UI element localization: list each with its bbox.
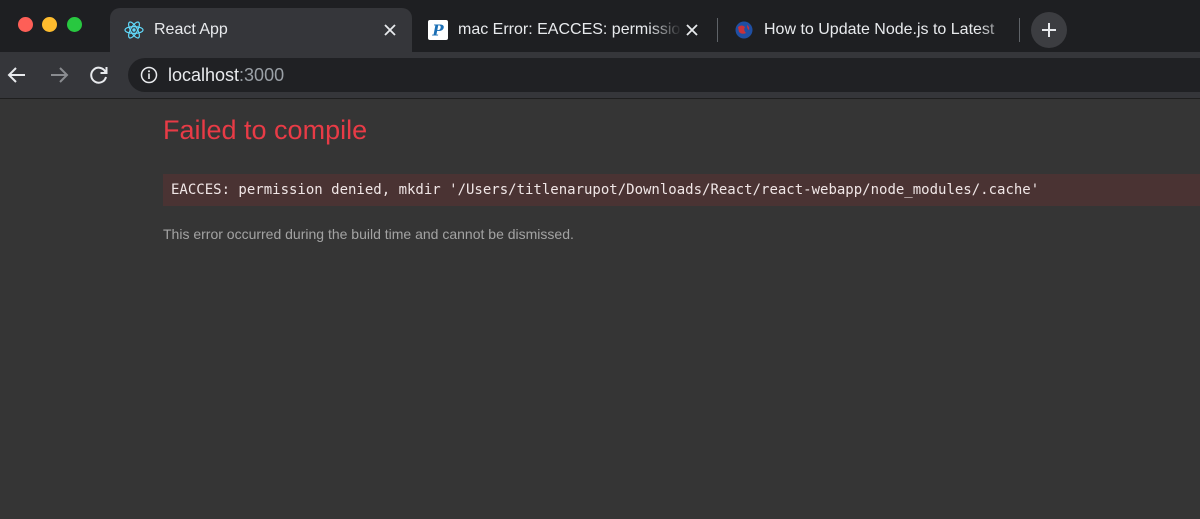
browser-toolbar: localhost:3000 [0, 52, 1200, 99]
error-title: Failed to compile [163, 115, 368, 145]
plus-icon [1042, 23, 1056, 37]
tab-react-app[interactable]: React App [110, 8, 412, 52]
error-message: EACCES: permission denied, mkdir '/Users… [171, 182, 1040, 198]
tab-close-icon[interactable] [682, 20, 702, 40]
tab-update-node[interactable]: How to Update Node.js to Latest [720, 8, 1016, 52]
tab-separator [717, 18, 718, 42]
error-message-box: EACCES: permission denied, mkdir '/Users… [163, 174, 1200, 206]
tab-close-icon[interactable] [380, 20, 400, 40]
reload-button[interactable] [86, 62, 112, 88]
tab-title: mac Error: EACCES: permission [458, 21, 682, 38]
tab-title: React App [154, 21, 228, 38]
tab-strip: React App P mac Error: EACCES: permissio… [0, 0, 1200, 52]
svg-text:P: P [431, 22, 444, 40]
reload-icon [90, 66, 108, 84]
forward-button[interactable] [46, 62, 72, 88]
window-zoom-button[interactable] [67, 17, 82, 32]
back-button[interactable] [4, 62, 30, 88]
globe-icon [734, 20, 754, 40]
arrow-right-icon [51, 67, 69, 83]
url-text: localhost:3000 [168, 65, 284, 86]
error-note: This error occurred during the build tim… [163, 226, 574, 242]
window-close-button[interactable] [18, 17, 33, 32]
url-host: localhost [168, 64, 240, 85]
react-logo-icon [124, 20, 144, 40]
url-port: :3000 [239, 64, 285, 85]
tab-title: How to Update Node.js to Latest [764, 21, 995, 38]
new-tab-button[interactable] [1031, 12, 1067, 48]
arrow-left-icon [7, 67, 25, 83]
page-content: Failed to compile EACCES: permission den… [0, 99, 1200, 519]
tab-mac-error[interactable]: P mac Error: EACCES: permission [414, 8, 714, 52]
tab-separator [1019, 18, 1020, 42]
window-minimize-button[interactable] [42, 17, 57, 32]
p-logo-icon: P [428, 20, 448, 40]
info-icon[interactable] [140, 66, 158, 84]
address-bar[interactable]: localhost:3000 [128, 58, 1200, 92]
